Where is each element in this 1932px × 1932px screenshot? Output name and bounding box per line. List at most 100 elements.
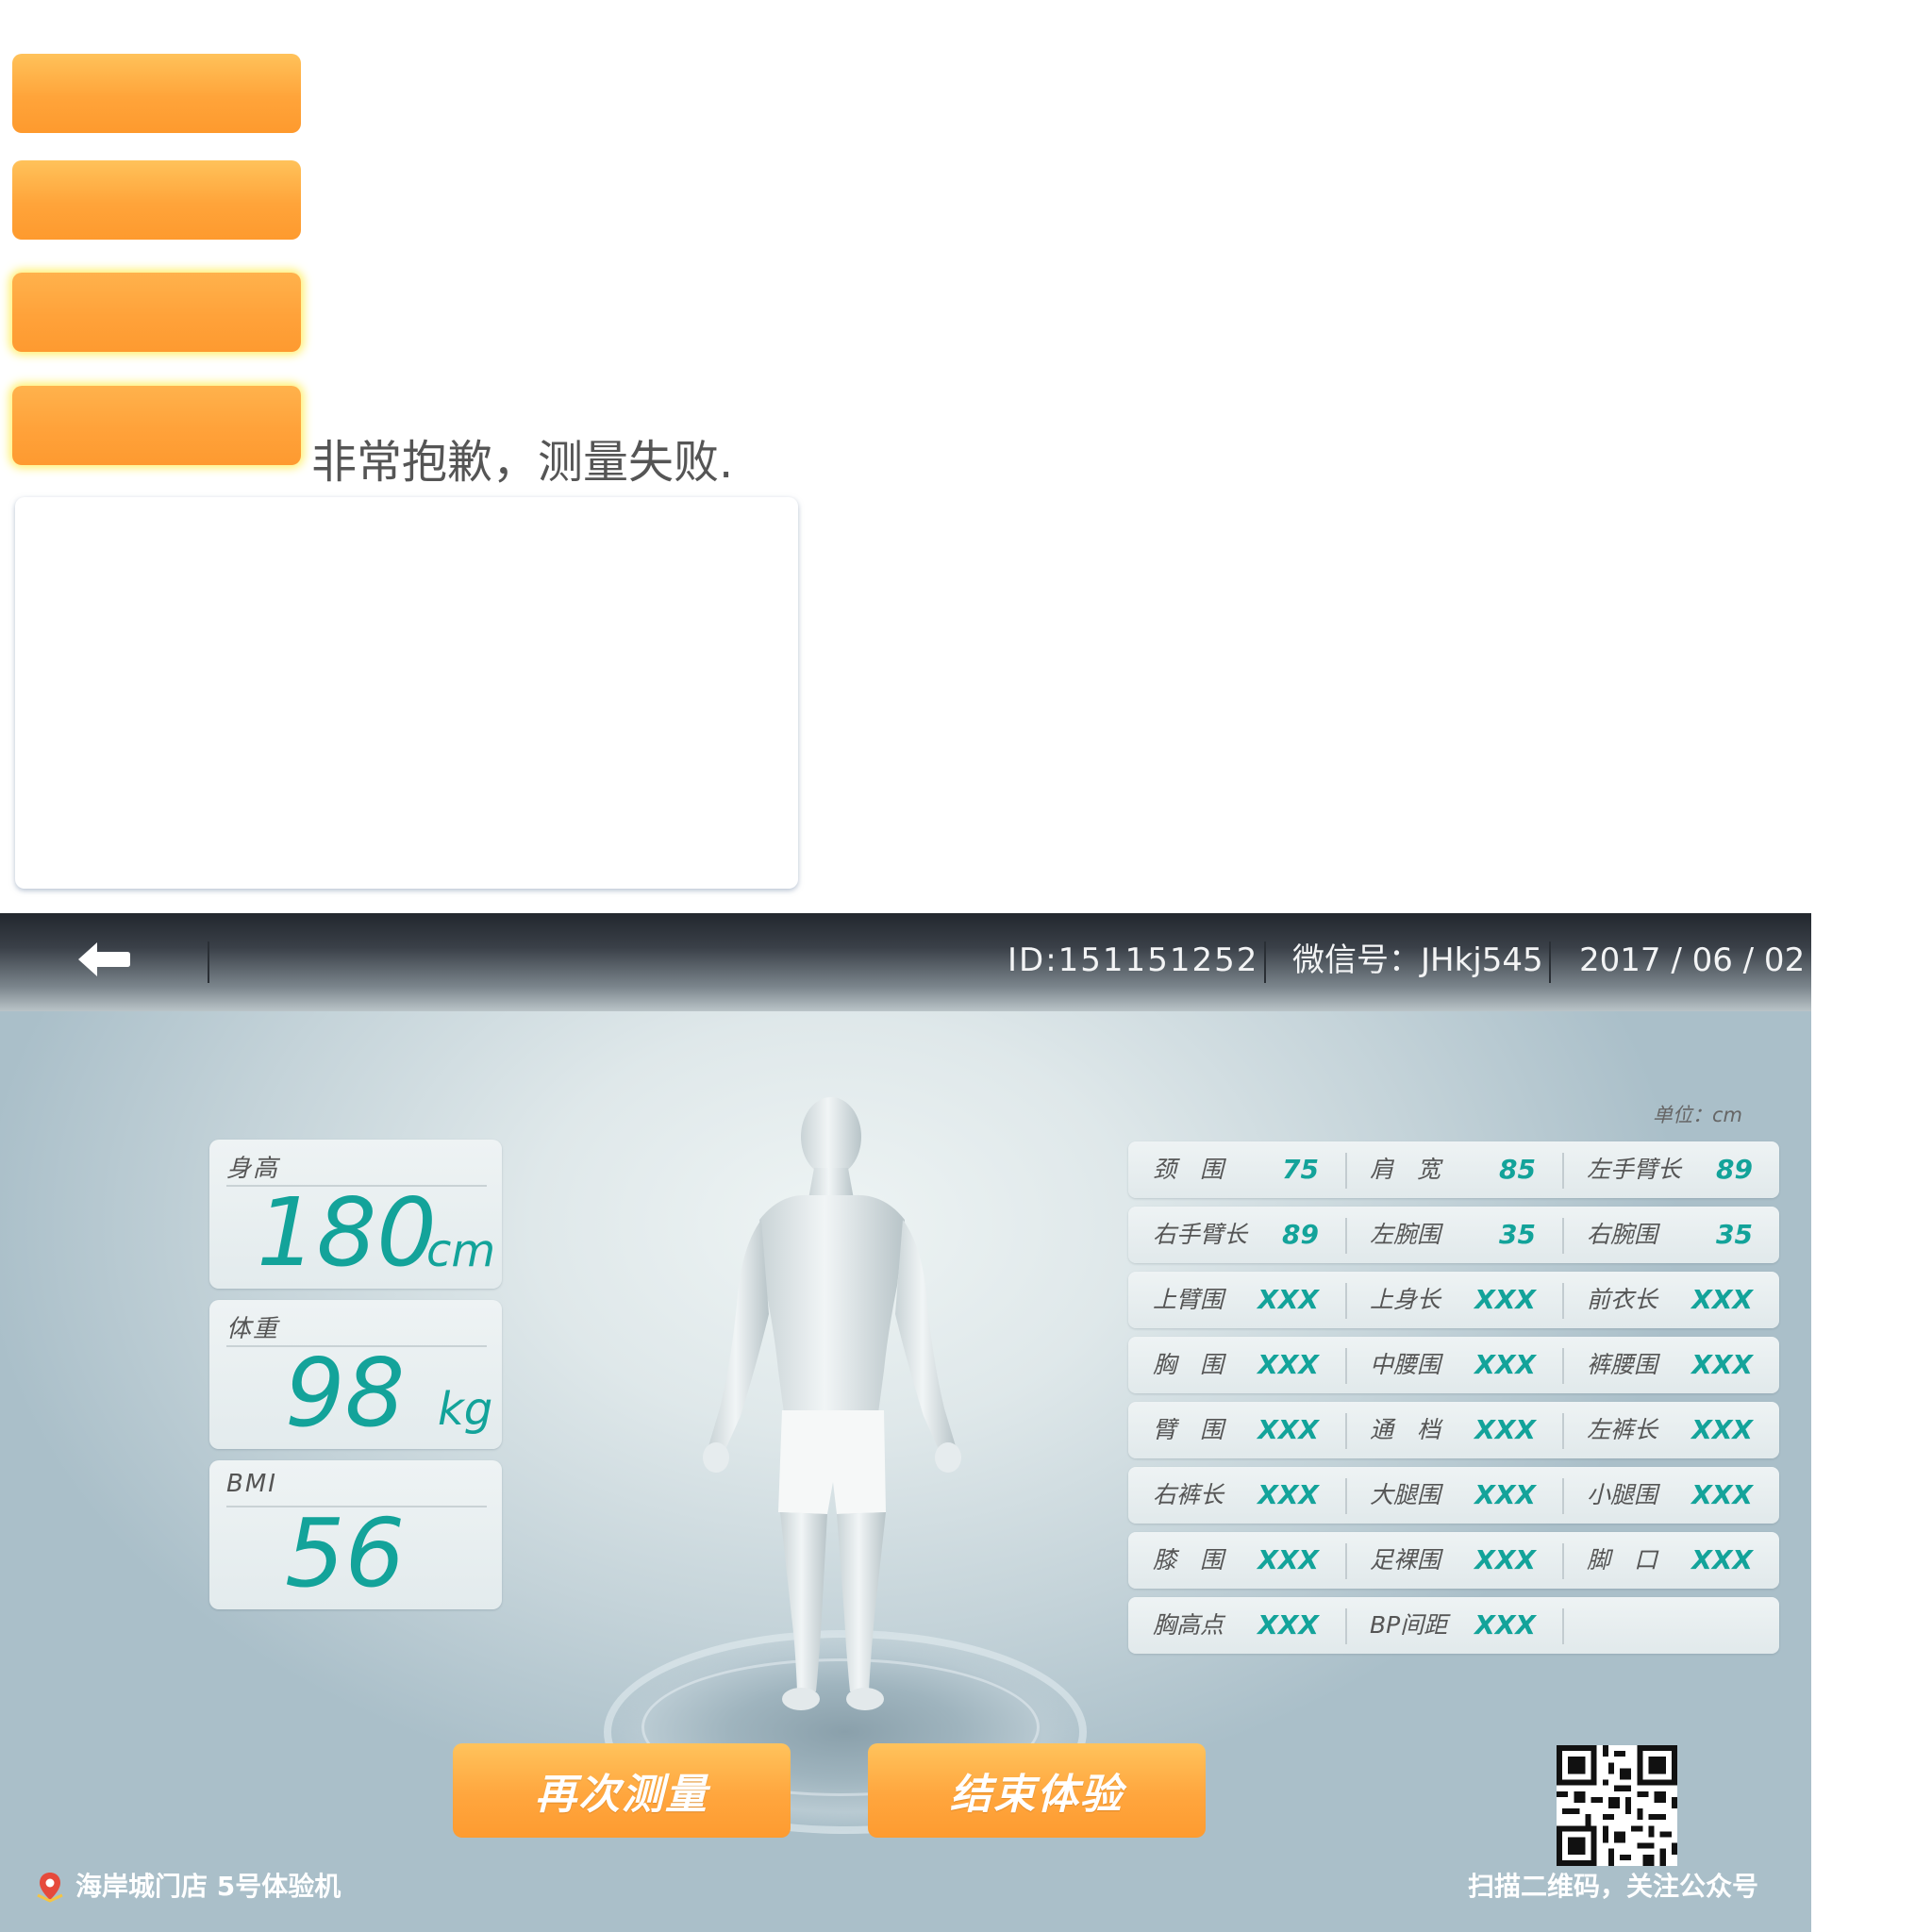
user-id: ID:151151252 (1008, 941, 1259, 979)
body-model-figure (703, 1097, 961, 1710)
measurement-cell: 中腰围 XXX (1345, 1337, 1562, 1393)
measurement-value: XXX (1474, 1609, 1536, 1641)
measurement-cell: 颈 围 75 (1128, 1141, 1345, 1198)
top-bar-divider (1549, 941, 1551, 983)
measurement-cell: 臂 围 XXX (1128, 1402, 1345, 1458)
measurement-row: 右手臂长 89 左腕围 35 右腕围 35 (1128, 1207, 1779, 1263)
measurement-value: XXX (1474, 1479, 1536, 1510)
orange-button-asset-1 (12, 54, 301, 133)
finish-button[interactable]: 结束体验 (868, 1743, 1206, 1838)
measurement-value: XXX (1257, 1609, 1319, 1641)
measurement-cell: 足裸围 XXX (1345, 1532, 1562, 1589)
measurement-cell: 膝 围 XXX (1128, 1532, 1345, 1589)
measurement-name: 肩 宽 (1370, 1156, 1441, 1183)
measurement-cell: 小腿围 XXX (1562, 1467, 1779, 1524)
orange-button-asset-glow-2 (12, 386, 301, 465)
location-pin-icon (37, 1873, 63, 1903)
measurement-cell: 肩 宽 85 (1345, 1141, 1562, 1198)
measurement-value: 89 (1716, 1154, 1753, 1185)
measurement-name: 通 档 (1370, 1416, 1441, 1443)
measurement-name: 裤腰围 (1587, 1351, 1658, 1378)
measurement-screen: ID:151151252 微信号：JHkj545 2017 / 06 / 02 (0, 913, 1811, 1932)
measurement-cell: 右手臂长 89 (1128, 1207, 1345, 1263)
measurement-cell (1562, 1597, 1779, 1654)
measurement-name: 小腿围 (1587, 1481, 1658, 1508)
measurement-cell: 左腕围 35 (1345, 1207, 1562, 1263)
measurement-cell: 大腿围 XXX (1345, 1467, 1562, 1524)
measurement-row: 膝 围 XXX 足裸围 XXX 脚 口 XXX (1128, 1532, 1779, 1589)
measurement-value: XXX (1257, 1284, 1319, 1315)
measurement-value: XXX (1257, 1544, 1319, 1575)
measurement-name: 大腿围 (1370, 1481, 1441, 1508)
measurement-failed-text: 非常抱歉，测量失败. (311, 436, 734, 489)
measurement-name: 上臂围 (1153, 1286, 1224, 1313)
measurement-date: 2017 / 06 / 02 (1579, 941, 1806, 979)
measurement-value: 35 (1499, 1219, 1536, 1250)
orange-button-asset-2 (12, 160, 301, 240)
measurement-value: 75 (1282, 1154, 1319, 1185)
measurement-row: 胸高点 XXX BP间距 XXX (1128, 1597, 1779, 1654)
measurement-value: 35 (1716, 1219, 1753, 1250)
measurement-cell: 上臂围 XXX (1128, 1272, 1345, 1328)
measurement-value: XXX (1474, 1544, 1536, 1575)
measurement-row: 上臂围 XXX 上身长 XXX 前衣长 XXX (1128, 1272, 1779, 1328)
weight-value: 98 (285, 1338, 406, 1448)
top-bar-divider (1264, 941, 1266, 983)
measurement-value: XXX (1691, 1349, 1753, 1380)
weight-label: 体重 (226, 1315, 280, 1343)
measurement-name: 右裤长 (1153, 1481, 1224, 1508)
measurement-name: 胸 围 (1153, 1351, 1224, 1378)
measurement-name: 足裸围 (1370, 1546, 1441, 1574)
measurement-value: XXX (1257, 1479, 1319, 1510)
measurement-row: 臂 围 XXX 通 档 XXX 左裤长 XXX (1128, 1402, 1779, 1458)
measurement-cell: 左手臂长 89 (1562, 1141, 1779, 1198)
measurement-value: XXX (1257, 1349, 1319, 1380)
measurement-value: XXX (1474, 1284, 1536, 1315)
measurement-name: 中腰围 (1370, 1351, 1441, 1378)
measurement-name: 右腕围 (1587, 1221, 1658, 1248)
measurement-name: 左裤长 (1587, 1416, 1658, 1443)
measurement-cell: 裤腰围 XXX (1562, 1337, 1779, 1393)
measurement-cell: 前衣长 XXX (1562, 1272, 1779, 1328)
measurement-value: XXX (1474, 1414, 1536, 1445)
weight-card: 体重 98 kg (209, 1300, 502, 1449)
measurement-row: 右裤长 XXX 大腿围 XXX 小腿围 XXX (1128, 1467, 1779, 1524)
measurement-cell: 脚 口 XXX (1562, 1532, 1779, 1589)
measurement-value: 89 (1282, 1219, 1319, 1250)
height-card: 身高 180 cm (209, 1140, 502, 1289)
bmi-card: BMI 56 (209, 1460, 502, 1609)
measurement-value: XXX (1474, 1349, 1536, 1380)
top-bar: ID:151151252 微信号：JHkj545 2017 / 06 / 02 (0, 913, 1811, 1011)
measurement-name: 上身长 (1370, 1286, 1441, 1313)
back-button[interactable] (75, 936, 132, 983)
measurement-cell: 上身长 XXX (1345, 1272, 1562, 1328)
measurement-value: XXX (1257, 1414, 1319, 1445)
bmi-value: 56 (285, 1498, 406, 1608)
qr-code-icon (1557, 1745, 1677, 1866)
measurement-name: 膝 围 (1153, 1546, 1224, 1574)
back-arrow-icon (78, 942, 130, 976)
store-info: 海岸城门店 5号体验机 (34, 1866, 341, 1907)
measurement-name: 脚 口 (1587, 1546, 1658, 1574)
measurement-cell: 胸 围 XXX (1128, 1337, 1345, 1393)
measurement-row: 颈 围 75 肩 宽 85 左手臂长 89 (1128, 1141, 1779, 1198)
measurement-value: 85 (1499, 1154, 1536, 1185)
measurement-cell: 右腕围 35 (1562, 1207, 1779, 1263)
measurement-name: 左手臂长 (1587, 1156, 1682, 1183)
measurement-cell: 左裤长 XXX (1562, 1402, 1779, 1458)
measurement-name: BP间距 (1370, 1611, 1448, 1639)
measurement-value: XXX (1691, 1544, 1753, 1575)
measurement-name: 臂 围 (1153, 1416, 1224, 1443)
remeasure-button[interactable]: 再次测量 (453, 1743, 791, 1838)
measurement-name: 胸高点 (1153, 1611, 1224, 1639)
measurement-value: XXX (1691, 1479, 1753, 1510)
measurement-name: 右手臂长 (1153, 1221, 1248, 1248)
measurement-cell: 胸高点 XXX (1128, 1597, 1345, 1654)
wechat-id: 微信号：JHkj545 (1292, 941, 1543, 979)
unit-note: 单位：cm (1653, 1104, 1743, 1126)
store-text: 海岸城门店 5号体验机 (75, 1871, 341, 1902)
orange-button-asset-glow-1 (12, 273, 301, 352)
weight-unit: kg (438, 1383, 493, 1436)
height-value: 180 (257, 1177, 437, 1288)
measurement-cell: 通 档 XXX (1345, 1402, 1562, 1458)
